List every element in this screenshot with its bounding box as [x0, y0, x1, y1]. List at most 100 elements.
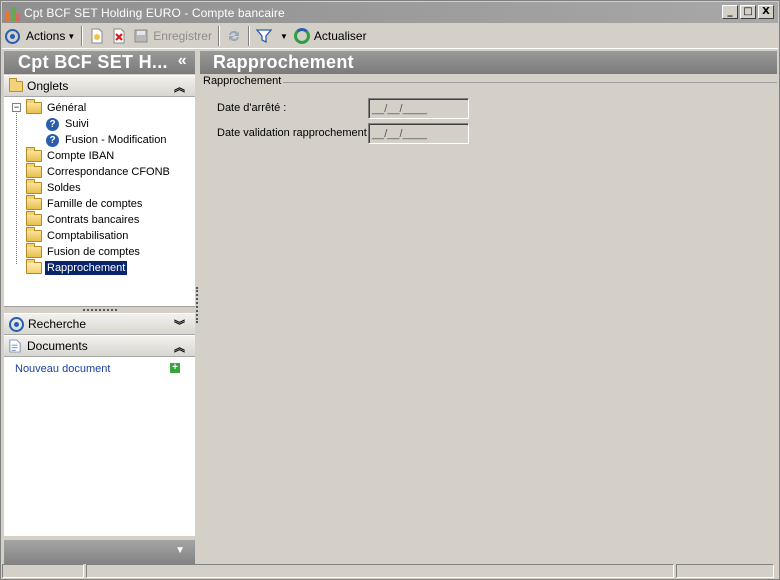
tree-item-label: Fusion de comptes	[47, 246, 140, 258]
folder-icon	[26, 195, 42, 210]
tree-item[interactable]: Contrats bancaires	[4, 211, 195, 228]
tree-item[interactable]: ? Suivi	[4, 116, 195, 132]
folder-icon	[26, 227, 42, 242]
tree-item[interactable]: Correspondance CFONB	[4, 163, 195, 180]
status-panel	[2, 564, 84, 578]
minimize-button[interactable]: _	[722, 5, 738, 19]
rapprochement-group: Rapprochement	[203, 75, 777, 87]
toolbar-separator	[81, 26, 84, 46]
actions-menu-icon-button[interactable]	[2, 25, 23, 47]
folder-icon	[26, 211, 42, 226]
app-logo-icon	[5, 5, 21, 21]
sync-button[interactable]	[223, 25, 245, 47]
left-panel-header: Cpt BCF SET H... «	[4, 51, 195, 74]
folder-icon	[26, 163, 42, 178]
panel-splitter[interactable]	[196, 287, 199, 323]
folder-open-icon	[26, 259, 42, 274]
tree-item[interactable]: Famille de comptes	[4, 195, 195, 212]
tree-item-label: Général	[47, 102, 87, 114]
group-title: Rapprochement	[203, 75, 284, 87]
save-label: Enregistrer	[153, 29, 212, 43]
tree-item-label: Rapprochement	[45, 261, 128, 275]
tree-item-label: Famille de comptes	[47, 198, 143, 210]
onglets-title: Onglets	[27, 79, 69, 93]
tree-item[interactable]: Soldes	[4, 179, 195, 196]
sync-icon	[228, 30, 239, 42]
tree-item-label: Suivi	[65, 118, 89, 130]
folder-icon	[26, 243, 42, 258]
delete-button[interactable]	[108, 25, 130, 47]
page-title: Rapprochement	[200, 51, 777, 74]
chevron-down-icon[interactable]: ▼	[175, 545, 185, 556]
save-button[interactable]: Enregistrer	[130, 25, 215, 47]
tree-item-label: Contrats bancaires	[47, 214, 140, 226]
chevron-up-icon[interactable]: ︽	[174, 79, 185, 95]
onglets-section-header[interactable]: Onglets ︽	[4, 75, 195, 97]
close-button[interactable]: X	[758, 5, 774, 19]
tree-item-label: Fusion - Modification	[65, 134, 167, 146]
tabs-tree: − Général? Suivi? Fusion - Modification Comp…	[4, 97, 195, 307]
toolbar-separator	[217, 26, 220, 46]
tree-item[interactable]: Fusion de comptes	[4, 243, 195, 260]
tree-item[interactable]: − Général	[4, 99, 195, 116]
app-window: Cpt BCF SET Holding EURO - Compte bancai…	[0, 0, 780, 580]
search-circle-icon	[9, 316, 24, 332]
record-title: Cpt BCF SET H...	[18, 52, 168, 72]
status-bar	[2, 564, 778, 579]
new-document-icon	[91, 28, 103, 44]
document-icon	[9, 339, 21, 353]
help-icon: ?	[46, 133, 59, 147]
tree-item-label: Comptabilisation	[47, 230, 129, 242]
actions-label: Actions	[26, 29, 66, 43]
status-panel	[86, 564, 674, 578]
refresh-icon	[293, 28, 310, 44]
tree-item[interactable]: Comptabilisation	[4, 227, 195, 244]
maximize-button[interactable]: □	[740, 5, 756, 19]
date-validation-label: Date validation rapprochement :	[217, 127, 373, 139]
tree-item[interactable]: Compte IBAN	[4, 147, 195, 164]
title-bar: Cpt BCF SET Holding EURO - Compte bancai…	[2, 2, 778, 23]
chevron-up-icon[interactable]: ︽	[174, 339, 185, 355]
tree-item-label: Compte IBAN	[47, 150, 115, 162]
documents-body: Nouveau document +	[4, 357, 195, 536]
actions-circle-icon	[5, 28, 20, 44]
documents-title: Documents	[27, 339, 88, 353]
new-document-link[interactable]: Nouveau document	[15, 363, 110, 375]
delete-icon	[113, 28, 125, 44]
folder-icon	[26, 179, 42, 194]
left-panel: Cpt BCF SET H... « Onglets ︽ − Général? Su…	[4, 51, 195, 564]
date-arrete-input[interactable]: __/__/____	[368, 98, 469, 119]
filter-button[interactable]: ▼	[253, 25, 291, 47]
main-content: Rapprochement Rapprochement Date d'arrêt…	[200, 51, 777, 564]
folder-icon	[26, 99, 42, 114]
tree-item[interactable]: ? Fusion - Modification	[4, 132, 195, 148]
save-icon	[134, 29, 148, 43]
folder-icon	[26, 147, 42, 162]
add-document-icon[interactable]: +	[170, 363, 180, 373]
tree-item-label: Soldes	[47, 182, 81, 194]
refresh-button[interactable]: Actualiser	[291, 25, 370, 47]
refresh-label: Actualiser	[313, 29, 367, 43]
folder-icon	[9, 77, 23, 92]
filter-icon	[255, 29, 272, 44]
chevron-down-icon: ▼	[67, 31, 76, 41]
tree-item[interactable]: Rapprochement	[4, 259, 195, 276]
left-panel-footer: ▼	[4, 540, 195, 564]
new-button[interactable]	[86, 25, 108, 47]
date-validation-input[interactable]: __/__/____	[368, 123, 469, 144]
collapse-node-icon[interactable]: −	[12, 103, 21, 112]
chevron-down-icon[interactable]: ︾	[174, 317, 185, 333]
documents-section-header[interactable]: Documents ︽	[4, 335, 195, 357]
tree-item-label: Correspondance CFONB	[47, 166, 170, 178]
date-arrete-label: Date d'arrêté :	[217, 102, 287, 114]
help-icon: ?	[46, 117, 59, 131]
recherche-title: Recherche	[28, 317, 87, 331]
toolbar: Actions ▼ Enregistrer ▼ Actualiser	[2, 24, 778, 49]
collapse-panel-button[interactable]: «	[178, 52, 187, 70]
recherche-section-header[interactable]: Recherche ︾	[4, 313, 195, 335]
actions-menu-button[interactable]: Actions ▼	[23, 25, 78, 47]
toolbar-separator	[247, 26, 250, 46]
chevron-down-icon: ▼	[279, 31, 288, 41]
window-controls: _ □ X	[722, 5, 774, 19]
status-panel	[676, 564, 774, 578]
